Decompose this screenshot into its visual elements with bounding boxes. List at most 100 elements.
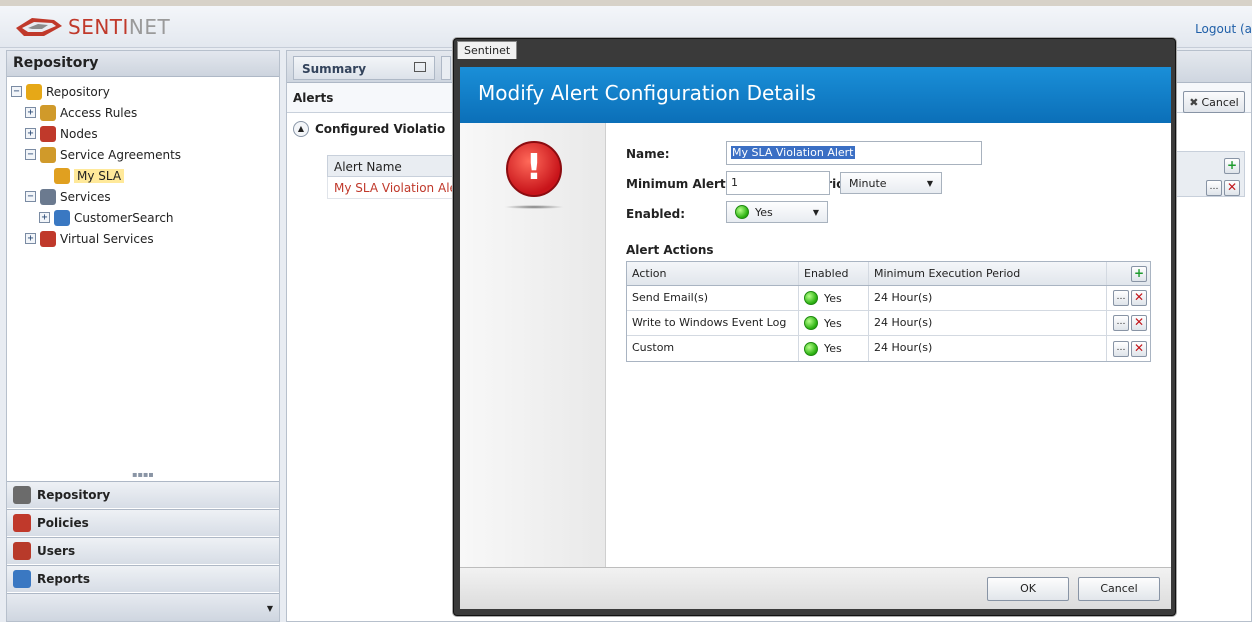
nav-reports-button[interactable]: Reports bbox=[7, 565, 279, 592]
nav-label: Users bbox=[37, 544, 76, 558]
tree-item[interactable]: + CustomerSearch bbox=[11, 207, 279, 228]
collapse-icon[interactable]: ▲ bbox=[293, 121, 309, 137]
tree-item-label: Nodes bbox=[60, 126, 98, 141]
enabled-select[interactable]: Yes ▼ bbox=[726, 201, 828, 223]
alert-actions-title: Alert Actions bbox=[626, 243, 714, 257]
tree-item[interactable]: + Access Rules bbox=[11, 102, 279, 123]
tree-item[interactable]: − Service Agreements bbox=[11, 144, 279, 165]
enabled-cell-value: Yes bbox=[824, 316, 842, 330]
repository-nav-icon bbox=[13, 486, 31, 504]
delete-icon[interactable]: ✕ bbox=[1131, 290, 1147, 306]
dialog-body: ! Name: Minimum Alert Generation Period:… bbox=[460, 123, 1171, 567]
grid-header-actions: + bbox=[1107, 262, 1150, 285]
tree-item[interactable]: + Nodes bbox=[11, 123, 279, 144]
alert-actions-grid: Action Enabled Minimum Execution Period … bbox=[626, 261, 1151, 362]
period-unit-select[interactable]: Minute ▼ bbox=[840, 172, 942, 194]
cancel-button[interactable]: ✖ Cancel bbox=[1183, 91, 1245, 113]
tree-item[interactable]: − Services bbox=[11, 186, 279, 207]
tree-item[interactable]: − Repository bbox=[11, 81, 279, 102]
action-cell: Custom bbox=[627, 336, 799, 361]
logo-icon bbox=[16, 18, 62, 36]
reports-nav-icon bbox=[13, 570, 31, 588]
sentinet-logo: SENTINET bbox=[14, 14, 170, 40]
nav-policies-button[interactable]: Policies bbox=[7, 509, 279, 536]
delete-icon[interactable]: ✕ bbox=[1131, 340, 1147, 357]
nav-overflow[interactable]: ▼ bbox=[7, 593, 279, 621]
add-action-icon[interactable]: + bbox=[1131, 265, 1147, 282]
chevron-down-icon: ▼ bbox=[926, 178, 933, 188]
tree-item-label: Access Rules bbox=[60, 105, 138, 120]
cancel-button[interactable]: Cancel bbox=[1078, 577, 1160, 601]
enabled-cell: Yes bbox=[799, 286, 869, 310]
nav-label: Reports bbox=[37, 572, 91, 586]
tree-item-label: My SLA bbox=[74, 168, 125, 183]
header-strip bbox=[0, 0, 1252, 6]
service-icon bbox=[54, 209, 70, 226]
enabled-label: Enabled: bbox=[626, 207, 686, 221]
dialog-window-title: Sentinet bbox=[457, 41, 518, 59]
tab-next[interactable] bbox=[441, 56, 451, 80]
table-row[interactable]: Write to Windows Event Log Yes 24 Hour(s)…… bbox=[627, 311, 1150, 336]
enabled-select-value: Yes bbox=[755, 205, 773, 219]
add-icon[interactable]: + bbox=[1224, 158, 1240, 174]
tree-item[interactable]: My SLA bbox=[11, 165, 279, 186]
status-green-icon bbox=[804, 291, 818, 305]
action-column-header[interactable]: Action bbox=[627, 262, 799, 285]
status-green-icon bbox=[804, 341, 818, 356]
expand-icon[interactable]: + bbox=[25, 107, 36, 118]
tree-item-label: Virtual Services bbox=[60, 231, 154, 246]
logout-link[interactable]: Logout (a bbox=[1195, 22, 1252, 36]
tab-summary[interactable]: Summary bbox=[293, 56, 435, 80]
dialog-footer: OK Cancel bbox=[460, 567, 1171, 609]
edit-ellipsis-icon[interactable]: … bbox=[1113, 315, 1129, 331]
dialog-banner-title: Modify Alert Configuration Details bbox=[460, 67, 1171, 123]
action-cell: Send Email(s) bbox=[627, 286, 799, 310]
policies-nav-icon bbox=[13, 514, 31, 532]
ok-button[interactable]: OK bbox=[987, 577, 1069, 601]
expand-icon[interactable]: + bbox=[25, 128, 36, 139]
action-cell: Write to Windows Event Log bbox=[627, 311, 799, 335]
alert-exclamation-icon: ! bbox=[506, 141, 562, 197]
tree-item[interactable]: + Virtual Services bbox=[11, 228, 279, 249]
name-field-value: My SLA Violation Alert bbox=[731, 146, 855, 159]
collapse-icon[interactable]: − bbox=[11, 86, 22, 97]
collapse-icon[interactable]: − bbox=[25, 191, 36, 202]
alert-icon-shadow bbox=[504, 205, 564, 209]
edit-ellipsis-icon[interactable]: … bbox=[1113, 290, 1129, 306]
delete-icon[interactable]: ✕ bbox=[1131, 315, 1147, 331]
table-row[interactable]: Custom Yes 24 Hour(s)… ✕ bbox=[627, 336, 1150, 361]
repository-folder-icon bbox=[26, 83, 42, 100]
nav-label: Repository bbox=[37, 488, 111, 502]
status-green-icon bbox=[804, 316, 818, 330]
row-actions: … ✕ bbox=[1107, 336, 1150, 361]
collapse-icon[interactable]: − bbox=[25, 149, 36, 160]
name-field[interactable]: My SLA Violation Alert bbox=[726, 141, 982, 165]
table-row[interactable]: Send Email(s) Yes 24 Hour(s)… ✕ bbox=[627, 286, 1150, 311]
expand-icon[interactable]: + bbox=[25, 233, 36, 244]
minimize-icon[interactable] bbox=[414, 62, 426, 72]
repository-panel-title: Repository bbox=[7, 51, 279, 77]
period-cell: 24 Hour(s) bbox=[869, 311, 1107, 335]
panel-splitter[interactable]: ▪▪▪▪ bbox=[7, 471, 279, 479]
nav-repository-button[interactable]: Repository bbox=[7, 481, 279, 508]
row-actions: … ✕ bbox=[1107, 286, 1150, 310]
enabled-cell: Yes bbox=[799, 311, 869, 335]
row-actions: … ✕ bbox=[1107, 311, 1150, 335]
chevron-down-icon[interactable]: ▼ bbox=[267, 604, 273, 613]
period-cell: 24 Hour(s) bbox=[869, 286, 1107, 310]
tree-item-label: Service Agreements bbox=[60, 147, 182, 162]
delete-icon[interactable]: ✕ bbox=[1224, 180, 1240, 196]
period-column-header[interactable]: Minimum Execution Period bbox=[869, 262, 1107, 285]
nav-label: Policies bbox=[37, 516, 89, 530]
close-icon: ✖ bbox=[1189, 95, 1199, 109]
expand-icon[interactable]: + bbox=[39, 212, 50, 223]
period-field[interactable]: 1 bbox=[726, 171, 830, 195]
nodes-icon bbox=[40, 125, 56, 142]
status-green-icon bbox=[735, 205, 749, 219]
enabled-column-header[interactable]: Enabled bbox=[799, 262, 869, 285]
edit-ellipsis-icon[interactable]: … bbox=[1206, 180, 1222, 196]
nav-users-button[interactable]: Users bbox=[7, 537, 279, 564]
brand-text-2: NET bbox=[128, 15, 171, 39]
enabled-cell-value: Yes bbox=[824, 291, 842, 305]
edit-ellipsis-icon[interactable]: … bbox=[1113, 340, 1129, 357]
